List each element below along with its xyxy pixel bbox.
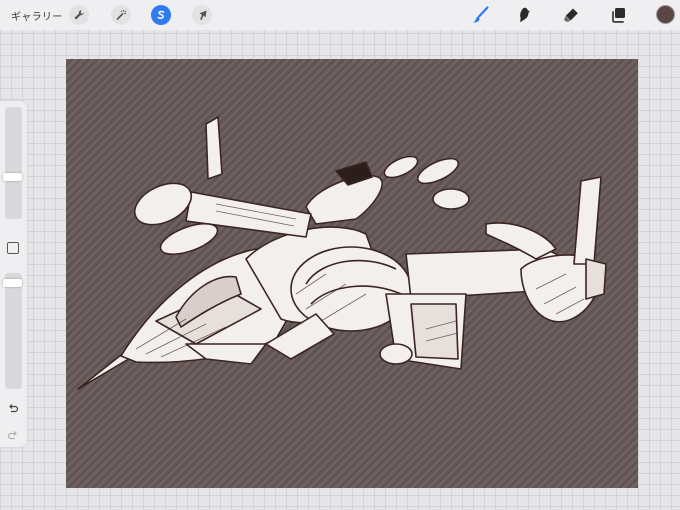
layers-button[interactable] (608, 5, 628, 25)
drawing-canvas[interactable] (66, 59, 638, 488)
selection-s-icon (157, 10, 165, 20)
opacity-thumb[interactable] (3, 279, 22, 287)
transform-button[interactable] (192, 5, 212, 25)
magic-wand-icon (116, 10, 127, 21)
smudge-icon (520, 7, 530, 23)
top-toolbar: ギャラリー (0, 0, 680, 30)
undo-icon (9, 404, 19, 413)
wrench-icon (74, 10, 84, 20)
selection-button[interactable] (151, 5, 171, 25)
arrow-cursor-icon (199, 10, 207, 20)
gallery-button[interactable]: ギャラリー (11, 8, 63, 23)
redo-button[interactable] (5, 428, 21, 442)
color-swatch[interactable] (656, 5, 675, 24)
redo-icon (7, 431, 17, 440)
brush-size-thumb[interactable] (3, 173, 22, 181)
brush-size-slider[interactable] (3, 107, 22, 219)
layers-icon (612, 8, 625, 23)
sidebar (0, 101, 27, 447)
modify-button[interactable] (7, 242, 19, 254)
spaceship-sketch-artwork (77, 116, 607, 390)
eraser-icon (564, 8, 578, 22)
erase-button[interactable] (561, 5, 581, 25)
opacity-slider[interactable] (3, 273, 22, 389)
undo-button[interactable] (5, 401, 21, 415)
paint-button[interactable] (470, 5, 490, 25)
smudge-button[interactable] (515, 5, 535, 25)
brush-icon (472, 6, 489, 23)
adjustments-button[interactable] (111, 5, 131, 25)
actions-button[interactable] (69, 5, 89, 25)
